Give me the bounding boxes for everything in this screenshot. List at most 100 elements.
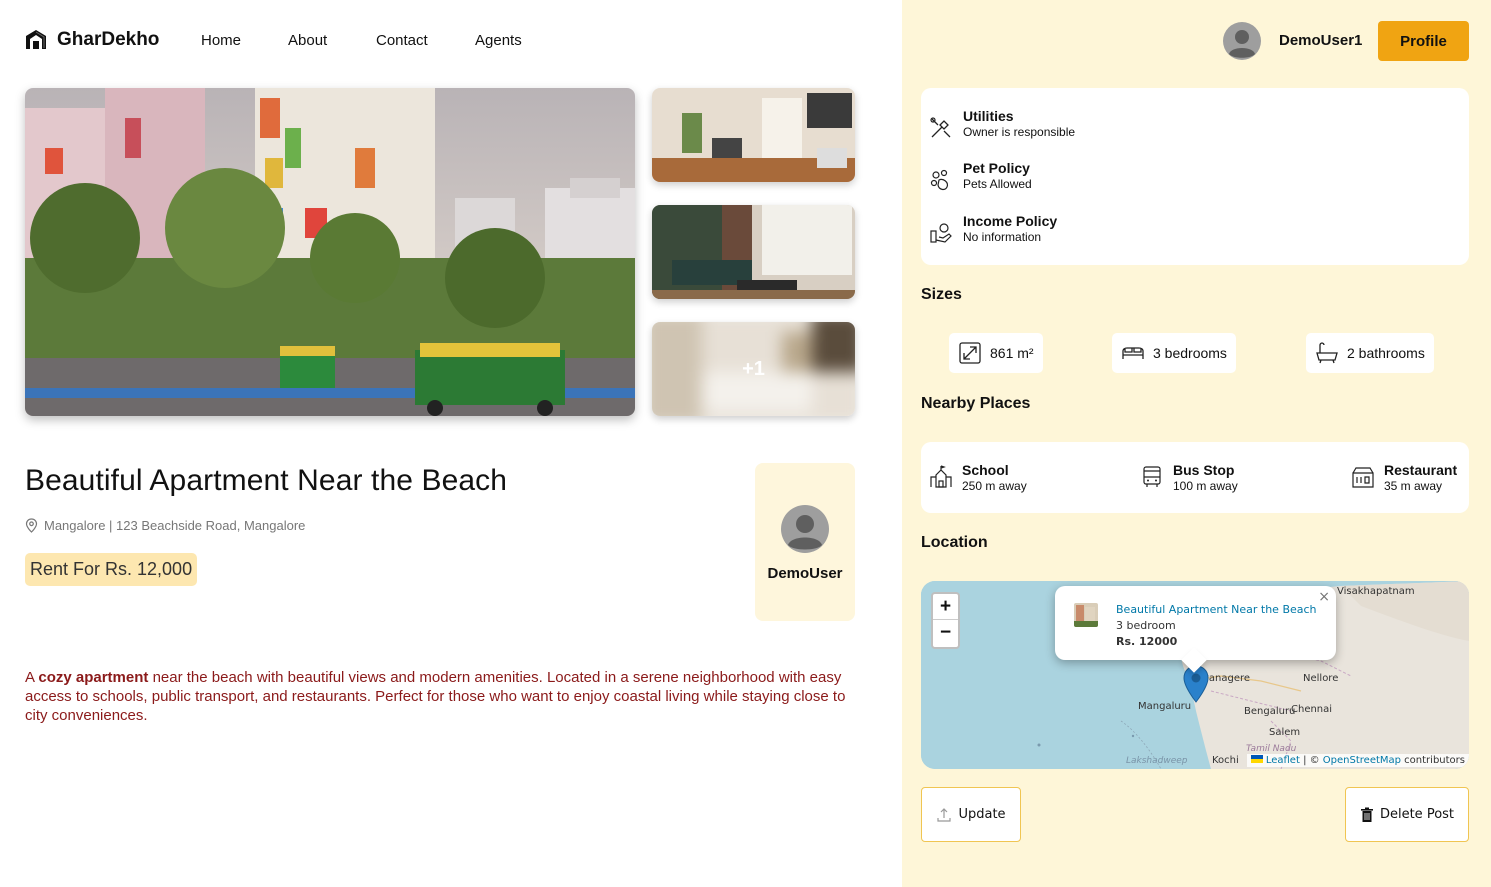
delete-post-button[interactable]: Delete Post [1345,787,1469,842]
policy-utilities: Utilities Owner is responsible [929,108,1075,140]
paw-icon [930,169,948,191]
update-label: Update [958,807,1006,822]
price-badge: Rent For Rs. 12,000 [25,553,198,586]
popup-thumbnail [1074,603,1098,627]
policy-title: Income Policy [963,213,1058,229]
popup-title-link[interactable]: Beautiful Apartment Near the Beach [1116,603,1317,616]
map-label-davanagere: vanagere [1203,673,1251,684]
user-avatar[interactable] [1223,22,1261,60]
attribution-suffix: contributors [1401,755,1465,766]
nav-agents[interactable]: Agents [475,32,522,49]
income-icon [930,223,952,243]
size-bathrooms: 2 bathrooms [1306,333,1434,373]
nearby-school: School 250 m away [929,462,1027,494]
lounge-photo [652,205,855,299]
zoom-out-button[interactable]: − [933,620,958,646]
tools-icon [930,117,951,138]
map-popup: Beautiful Apartment Near the Beach 3 bed… [1055,586,1336,660]
size-area: 861 m² [949,333,1043,373]
policy-pets: Pet Policy Pets Allowed [929,160,1032,192]
map-label-nellore: Nellore [1303,673,1339,684]
map-label-lakshadweep: Lakshadweep [1126,756,1188,766]
profile-button[interactable]: Profile [1378,21,1469,61]
location-map[interactable]: Visakhapatnam vanagere Nellore Mangaluru… [921,581,1469,769]
osm-link[interactable]: OpenStreetMap [1323,755,1401,766]
update-button[interactable]: Update [921,787,1021,842]
bus-icon [1143,466,1161,487]
place-distance: 100 m away [1173,479,1238,493]
header-username: DemoUser1 [1279,32,1363,49]
map-zoom-control: + − [931,592,960,649]
zoom-in-button[interactable]: + [933,594,958,620]
area-value: 861 m² [990,345,1034,361]
size-bedrooms: 3 bedrooms [1112,333,1236,373]
address-text: Mangalore | 123 Beachside Road, Mangalor… [44,518,306,533]
map-label-visakhapatnam: Visakhapatnam [1337,586,1415,597]
attribution-separator: | © [1299,755,1323,766]
nearby-card: School 250 m away Bus Stop 100 m away Re… [921,442,1469,513]
map-label-salem: Salem [1269,727,1301,738]
listing-description: A cozy apartment near the beach with bea… [25,668,865,725]
description-bold: cozy apartment [38,669,149,686]
policy-value: Owner is responsible [963,125,1076,139]
map-label-chennai: Chennai [1291,704,1333,715]
gallery-thumb-1[interactable] [652,88,855,182]
place-name: School [962,462,1009,478]
policy-value: Pets Allowed [963,177,1032,191]
nav-about[interactable]: About [288,32,376,49]
nearby-heading: Nearby Places [921,395,1031,412]
brand-logo[interactable]: GharDekho [25,29,159,51]
main-property-photo[interactable] [25,88,635,416]
bedrooms-value: 3 bedrooms [1153,345,1227,361]
bathtub-icon [1316,342,1338,364]
delete-label: Delete Post [1379,807,1455,822]
gallery-thumb-2[interactable] [652,205,855,299]
place-name: Bus Stop [1173,462,1235,478]
upload-icon [937,807,952,822]
owner-name: DemoUser [767,565,843,582]
nav-home[interactable]: Home [201,32,288,49]
place-name: Restaurant [1384,462,1458,478]
nearby-bus-stop: Bus Stop 100 m away [1140,462,1238,494]
nav-contact[interactable]: Contact [376,32,475,49]
more-photos-count: +1 [742,357,765,380]
popup-bedrooms: 3 bedroom [1116,619,1176,632]
house-logo-icon [26,30,46,49]
map-label-kochi: Kochi [1212,755,1239,766]
sizes-heading: Sizes [921,286,962,303]
map-label-bengaluru: Bengaluru [1244,706,1296,717]
leaflet-link[interactable]: Leaflet [1266,755,1300,766]
popup-close-button[interactable]: × [1318,589,1330,605]
nearby-restaurant: Restaurant 35 m away [1351,462,1457,494]
bed-icon [1122,347,1144,359]
details-panel: DemoUser1 Profile Utilities Owner is res… [902,0,1491,887]
owner-card[interactable]: DemoUser [755,463,855,621]
policy-income: Income Policy No information [929,213,1057,245]
policy-title: Utilities [963,108,1014,124]
ukraine-flag-icon [1250,755,1263,763]
trash-icon [1360,807,1373,822]
policy-value: No information [963,230,1042,244]
place-distance: 35 m away [1384,479,1443,493]
place-distance: 250 m away [962,479,1027,493]
popup-building-photo [1074,603,1098,627]
listing-address: Mangalore | 123 Beachside Road, Mangalor… [25,518,305,533]
policies-card: Utilities Owner is responsible Pet Polic… [921,88,1469,265]
school-icon [930,465,952,488]
map-label-tamilnadu: Tamil Nadu [1246,744,1297,754]
expand-icon [959,342,981,364]
bathrooms-value: 2 bathrooms [1347,345,1425,361]
popup-price: Rs. 12000 [1116,635,1178,648]
restaurant-icon [1352,467,1374,488]
owner-avatar [781,505,829,553]
brand-name: GharDekho [57,29,160,50]
top-nav: Home About Contact Agents [201,32,522,49]
map-attribution: Leaflet | © OpenStreetMap contributors [1246,754,1469,767]
location-heading: Location [921,534,988,551]
main-content: GharDekho Home About Contact Agents +1 B… [0,0,902,887]
location-pin-icon [25,518,38,533]
policy-title: Pet Policy [963,160,1030,176]
listing-title: Beautiful Apartment Near the Beach [25,464,508,497]
gallery-thumb-more[interactable]: +1 [652,322,855,416]
living-room-photo [652,88,855,182]
